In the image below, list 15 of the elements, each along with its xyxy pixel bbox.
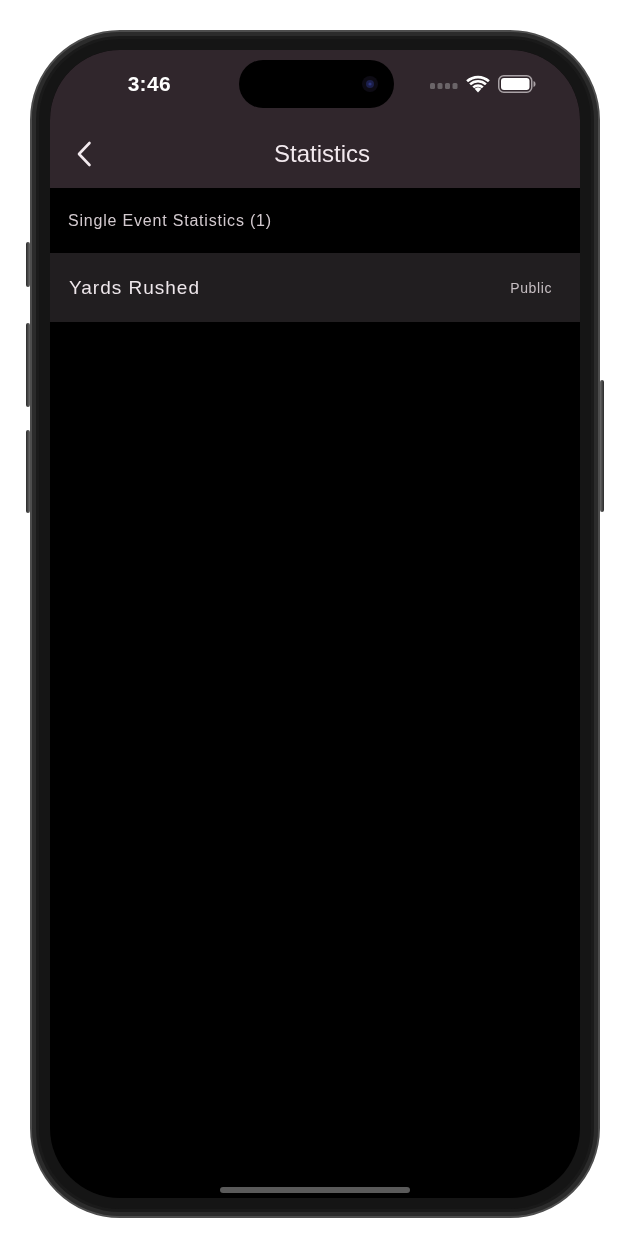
battery-icon [497, 75, 536, 93]
camera-lens-icon [361, 76, 378, 92]
chevron-left-icon [76, 141, 92, 167]
statistic-list-item[interactable]: Yards Rushed Public [50, 253, 580, 322]
status-time: 3:46 [127, 72, 171, 96]
wifi-icon [465, 75, 490, 93]
visibility-label: Public [510, 279, 552, 296]
statistic-name: Yards Rushed [69, 276, 200, 299]
section-header: Single Event Statistics (1) [68, 211, 272, 230]
side-button[interactable] [26, 242, 30, 287]
side-button[interactable] [600, 380, 604, 512]
side-button[interactable] [26, 430, 30, 513]
no-signal-icon [429, 83, 458, 89]
side-button[interactable] [26, 323, 30, 407]
screen-title: Statistics [274, 140, 370, 168]
